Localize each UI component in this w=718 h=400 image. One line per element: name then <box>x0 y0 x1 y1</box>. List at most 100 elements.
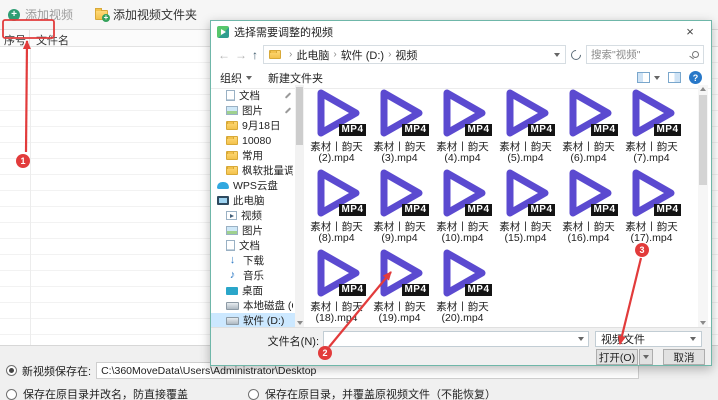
search-input[interactable] <box>591 49 688 61</box>
tree-item[interactable]: 常用 <box>211 148 295 163</box>
add-folder-label: 添加视频文件夹 <box>113 6 197 23</box>
file-type-filter[interactable]: 视频文件 <box>595 331 702 347</box>
add-video-folder-button[interactable]: 添加视频文件夹 <box>95 6 197 23</box>
tree-item[interactable]: 软件 (D:) <box>211 313 295 327</box>
file-item[interactable]: MP4 素材丨韵天(9).mp4 <box>368 166 431 246</box>
tree-item[interactable]: 此电脑 <box>211 193 295 208</box>
tree-item-icon <box>226 226 238 235</box>
tree-item[interactable]: 文档 <box>211 238 295 253</box>
tree-item[interactable]: 音乐 <box>211 268 295 283</box>
tree-item-label: 下载 <box>243 253 264 268</box>
breadcrumb-videos[interactable]: 视频 <box>395 47 417 63</box>
tree-item-icon <box>226 211 237 220</box>
chevron-down-icon[interactable] <box>578 337 584 341</box>
scroll-up-icon[interactable] <box>700 87 706 91</box>
breadcrumb-drive-d[interactable]: 软件 (D:) <box>341 47 384 63</box>
tree-item-label: 枫软批量调整视频 <box>242 163 293 178</box>
grid-scrollbar[interactable] <box>698 85 708 327</box>
file-item[interactable]: MP4 素材丨韵天(17).mp4 <box>620 166 683 246</box>
tree-item-icon <box>226 270 239 282</box>
mp4-badge: MP4 <box>465 204 491 216</box>
help-icon[interactable]: ? <box>689 71 702 84</box>
tree-item-label: WPS云盘 <box>233 178 278 193</box>
tree-item-icon <box>226 255 239 267</box>
breadcrumb-this-pc[interactable]: 此电脑 <box>296 47 329 63</box>
file-item[interactable]: MP4 素材丨韵天(18).mp4 <box>305 246 368 326</box>
up-icon[interactable]: ↑ <box>252 49 258 61</box>
address-bar[interactable]: › 此电脑 › 软件 (D:) › 视频 <box>263 45 566 64</box>
scrollbar-thumb[interactable] <box>296 87 303 145</box>
tree-item[interactable]: 桌面 <box>211 283 295 298</box>
tree-item-label: 图片 <box>242 103 263 118</box>
tree-item-label: 10080 <box>242 135 271 147</box>
open-split-arrow[interactable] <box>639 349 653 365</box>
file-item[interactable]: MP4 素材丨韵天(20).mp4 <box>431 246 494 326</box>
cancel-button[interactable]: 取消 <box>663 349 705 365</box>
file-name: 素材丨韵天(2).mp4 <box>310 142 363 164</box>
tree-item[interactable]: 枫软批量调整视频 <box>211 163 295 178</box>
tree-item-icon <box>226 151 238 160</box>
tree-item[interactable]: 文档 <box>211 88 295 103</box>
file-item[interactable]: MP4 素材丨韵天(3).mp4 <box>368 86 431 166</box>
column-header-index[interactable]: 序号 <box>0 30 30 46</box>
file-item[interactable]: MP4 素材丨韵天(19).mp4 <box>368 246 431 326</box>
file-name: 素材丨韵天(4).mp4 <box>436 142 489 164</box>
view-mode-button[interactable] <box>637 72 660 83</box>
save-overwrite-radio[interactable] <box>248 389 259 400</box>
organize-menu[interactable]: 组织 <box>220 70 252 86</box>
chevron-down-icon[interactable] <box>554 53 560 57</box>
filename-combobox[interactable] <box>323 331 589 347</box>
mp4-badge: MP4 <box>465 284 491 296</box>
tree-item-icon <box>226 166 238 175</box>
tree-item[interactable]: 10080 <box>211 133 295 148</box>
tree-item-label: 常用 <box>242 148 263 163</box>
file-item[interactable]: MP4 素材丨韵天(4).mp4 <box>431 86 494 166</box>
mp4-badge: MP4 <box>654 204 680 216</box>
file-item[interactable]: MP4 素材丨韵天(10).mp4 <box>431 166 494 246</box>
tree-item-icon <box>226 317 239 325</box>
tree-item[interactable]: 图片 <box>211 103 295 118</box>
file-item[interactable]: MP4 素材丨韵天(15).mp4 <box>494 166 557 246</box>
file-item[interactable]: MP4 素材丨韵天(6).mp4 <box>557 86 620 166</box>
tree-item-icon <box>226 240 235 251</box>
mp4-file-icon: MP4 <box>624 166 680 220</box>
tree-item-icon <box>226 106 238 115</box>
tree-item[interactable]: 图片 <box>211 223 295 238</box>
mp4-file-icon: MP4 <box>561 166 617 220</box>
tree-item[interactable]: WPS云盘 <box>211 178 295 193</box>
back-icon[interactable]: ← <box>218 49 230 61</box>
tree-item[interactable]: 下载 <box>211 253 295 268</box>
tree-item-icon <box>226 287 238 295</box>
forward-icon[interactable]: → <box>235 49 247 61</box>
tree-item[interactable]: 9月18日 <box>211 118 295 133</box>
file-item[interactable]: MP4 素材丨韵天(2).mp4 <box>305 86 368 166</box>
tree-scrollbar[interactable] <box>295 85 304 327</box>
save-rename-radio[interactable] <box>6 389 17 400</box>
tree-item[interactable]: 视频 <box>211 208 295 223</box>
add-video-button[interactable]: 添加视频 <box>8 6 73 23</box>
new-folder-button[interactable]: 新建文件夹 <box>268 70 323 86</box>
file-item[interactable]: MP4 素材丨韵天(7).mp4 <box>620 86 683 166</box>
refresh-icon[interactable] <box>569 47 583 61</box>
search-box[interactable] <box>586 45 704 64</box>
tree-item-label: 本地磁盘 (C:) <box>243 298 293 313</box>
preview-pane-icon[interactable] <box>668 72 681 83</box>
file-name: 素材丨韵天(7).mp4 <box>625 142 678 164</box>
mp4-file-icon: MP4 <box>435 246 491 300</box>
scrollbar-thumb[interactable] <box>699 95 707 185</box>
mp4-file-icon: MP4 <box>498 86 554 140</box>
tree-item[interactable]: 本地磁盘 (C:) <box>211 298 295 313</box>
file-name: 素材丨韵天(19).mp4 <box>373 302 426 324</box>
mp4-file-icon: MP4 <box>372 166 428 220</box>
filename-input[interactable] <box>328 333 578 345</box>
file-item[interactable]: MP4 素材丨韵天(5).mp4 <box>494 86 557 166</box>
save-to-new-path-radio[interactable] <box>6 365 17 376</box>
open-button[interactable]: 打开(O) <box>596 349 638 365</box>
file-item[interactable]: MP4 素材丨韵天(8).mp4 <box>305 166 368 246</box>
scroll-down-icon[interactable] <box>297 321 303 325</box>
close-icon[interactable]: × <box>675 21 705 42</box>
tree-item-label: 此电脑 <box>233 193 265 208</box>
mp4-badge: MP4 <box>465 124 491 136</box>
file-item[interactable]: MP4 素材丨韵天(16).mp4 <box>557 166 620 246</box>
scroll-down-icon[interactable] <box>700 321 706 325</box>
